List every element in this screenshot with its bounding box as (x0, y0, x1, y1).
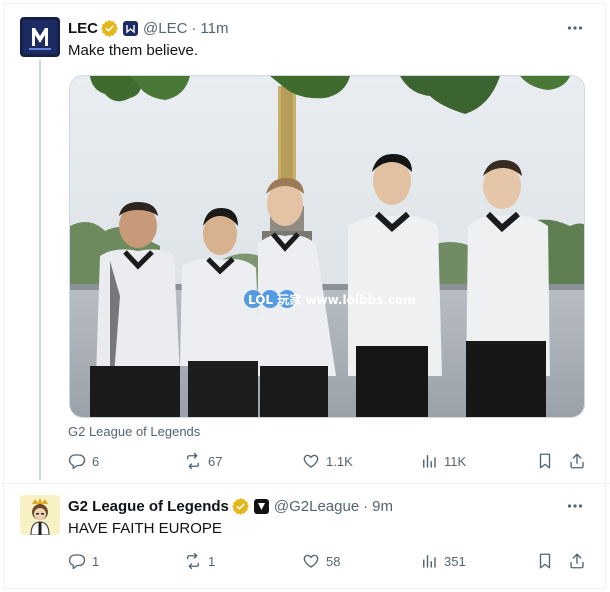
affiliate-badge-icon (123, 20, 138, 36)
like-count: 58 (326, 553, 341, 569)
bookmark-button[interactable] (536, 552, 554, 570)
heart-icon (303, 454, 319, 468)
avatar[interactable] (20, 495, 60, 535)
separator-dot: · (363, 497, 369, 515)
repost-count: 1 (208, 553, 216, 569)
repost-icon (187, 552, 199, 570)
more-dots-icon[interactable] (566, 497, 584, 515)
views-count: 351 (444, 553, 466, 569)
bookmark-button[interactable] (536, 452, 554, 470)
tweet-lec[interactable]: LEC @LEC · 11m Make them believe. LOL 玩家… (0, 0, 610, 484)
reply-count: 1 (92, 553, 100, 569)
timestamp[interactable]: 9m (372, 498, 393, 515)
more-dots-icon[interactable] (566, 19, 584, 37)
action-bar: 1 1 58 351 (68, 552, 588, 572)
tweet-text: Make them believe. (68, 42, 199, 59)
share-button[interactable] (568, 452, 586, 470)
tweet-text: HAVE FAITH EUROPE (68, 520, 222, 537)
author-name[interactable]: LEC (68, 20, 98, 37)
reply-button[interactable]: 6 (68, 452, 99, 470)
bookmark-icon (539, 453, 551, 469)
views-chart-icon (423, 555, 436, 568)
reply-icon (68, 554, 86, 570)
g2-avatar-icon (20, 495, 60, 535)
separator-dot: · (191, 19, 197, 37)
share-icon (570, 553, 584, 569)
tweet-header: G2 League of Legends @G2League · 9m (68, 496, 393, 516)
bookmark-icon (539, 553, 551, 569)
tweet-photo[interactable]: LOL 玩家 www.lolbbs.com (69, 75, 585, 418)
timestamp[interactable]: 11m (200, 20, 228, 37)
like-button[interactable]: 58 (302, 552, 340, 570)
affiliate-badge-icon (253, 498, 269, 514)
repost-button[interactable]: 67 (184, 452, 222, 470)
tweet-header: LEC @LEC · 11m (68, 18, 229, 38)
lec-logo-icon (20, 17, 60, 57)
tweet-g2[interactable]: G2 League of Legends @G2League · 9m HAVE… (0, 484, 610, 592)
views-button[interactable]: 11K (420, 452, 466, 470)
like-count: 1.1K (326, 453, 353, 469)
watermark-text: LOL 玩家 www.lolbbs.com (248, 292, 416, 307)
share-icon (570, 453, 584, 469)
author-name[interactable]: G2 League of Legends (68, 498, 229, 515)
reply-icon (68, 454, 86, 470)
verified-badge-icon (232, 497, 249, 515)
views-count: 11K (444, 453, 467, 469)
views-chart-icon (423, 455, 436, 468)
action-bar: 6 67 1.1K 11K (68, 452, 588, 472)
views-button[interactable]: 351 (420, 552, 466, 570)
team-photo: LOL 玩家 www.lolbbs.com (70, 76, 584, 417)
repost-button[interactable]: 1 (184, 552, 215, 570)
verified-badge-icon (101, 19, 118, 37)
reply-count: 6 (92, 453, 100, 469)
heart-icon (303, 554, 319, 568)
media-caption[interactable]: G2 League of Legends (68, 424, 200, 439)
like-button[interactable]: 1.1K (302, 452, 353, 470)
reply-button[interactable]: 1 (68, 552, 99, 570)
repost-count: 67 (208, 453, 223, 469)
author-handle[interactable]: @LEC (143, 20, 187, 37)
avatar[interactable] (20, 17, 60, 57)
share-button[interactable] (568, 552, 586, 570)
repost-icon (187, 452, 199, 470)
author-handle[interactable]: @G2League (274, 498, 359, 515)
